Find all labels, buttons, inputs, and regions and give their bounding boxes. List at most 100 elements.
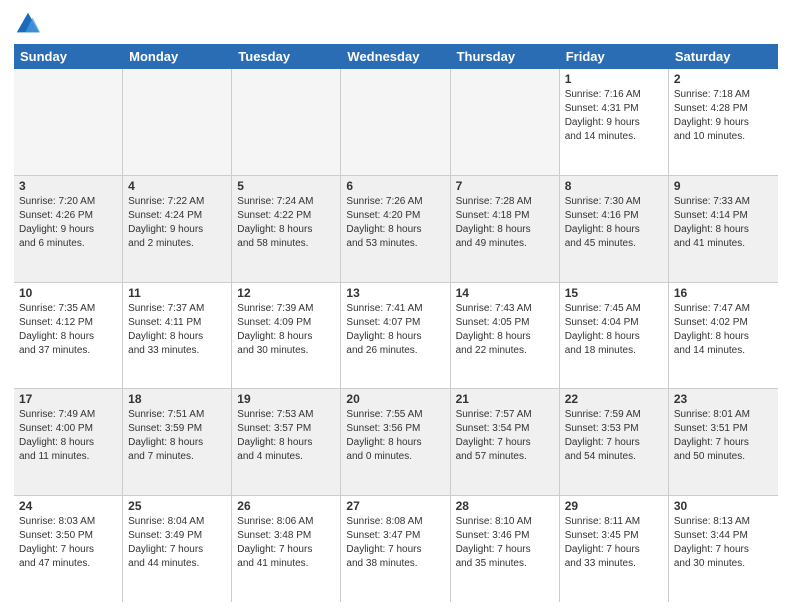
day-info: Sunrise: 7:43 AM Sunset: 4:05 PM Dayligh… [456, 302, 554, 358]
calendar-header: SundayMondayTuesdayWednesdayThursdayFrid… [14, 44, 778, 69]
day-number: 22 [565, 392, 663, 406]
calendar-body: 1 Sunrise: 7:16 AM Sunset: 4:31 PM Daylig… [14, 69, 778, 602]
calendar-day: 12 Sunrise: 7:39 AM Sunset: 4:09 PM Dayli… [232, 283, 341, 389]
calendar-week: 17Sunrise: 7:49 AM Sunset: 4:00 PM Dayli… [14, 389, 778, 496]
day-number: 29 [565, 499, 663, 513]
day-number: 12 [237, 286, 335, 300]
day-info: Sunrise: 7:30 AM Sunset: 4:16 PM Dayligh… [565, 195, 663, 251]
weekday-header: Thursday [451, 44, 560, 69]
day-info: Sunrise: 7:33 AM Sunset: 4:14 PM Dayligh… [674, 195, 773, 251]
day-info: Sunrise: 8:10 AM Sunset: 3:46 PM Dayligh… [456, 515, 554, 571]
day-info: Sunrise: 7:37 AM Sunset: 4:11 PM Dayligh… [128, 302, 226, 358]
day-info: Sunrise: 7:20 AM Sunset: 4:26 PM Dayligh… [19, 195, 117, 251]
day-number: 13 [346, 286, 444, 300]
day-number: 28 [456, 499, 554, 513]
day-number: 16 [674, 286, 773, 300]
calendar-day: 18 Sunrise: 7:51 AM Sunset: 3:59 PM Dayli… [123, 389, 232, 495]
day-number: 23 [674, 392, 773, 406]
calendar-week: 24 Sunrise: 8:03 AM Sunset: 3:50 PM Dayli… [14, 496, 778, 602]
day-info: Sunrise: 8:08 AM Sunset: 3:47 PM Dayligh… [346, 515, 444, 571]
day-number: 24 [19, 499, 117, 513]
weekday-header: Sunday [14, 44, 123, 69]
day-number: 5 [237, 179, 335, 193]
calendar-day: 17Sunrise: 7:49 AM Sunset: 4:00 PM Dayli… [14, 389, 123, 495]
day-number: 11 [128, 286, 226, 300]
calendar-day: 23 Sunrise: 8:01 AM Sunset: 3:51 PM Dayli… [669, 389, 778, 495]
day-number: 10 [19, 286, 117, 300]
day-info: Sunrise: 7:26 AM Sunset: 4:20 PM Dayligh… [346, 195, 444, 251]
weekday-header: Wednesday [341, 44, 450, 69]
header [14, 10, 778, 38]
calendar-day: 5 Sunrise: 7:24 AM Sunset: 4:22 PM Daylig… [232, 176, 341, 282]
day-info: Sunrise: 7:35 AM Sunset: 4:12 PM Dayligh… [19, 302, 117, 358]
calendar-day: 8 Sunrise: 7:30 AM Sunset: 4:16 PM Daylig… [560, 176, 669, 282]
day-number: 8 [565, 179, 663, 193]
day-number: 21 [456, 392, 554, 406]
day-info: Sunrise: 7:18 AM Sunset: 4:28 PM Dayligh… [674, 88, 773, 144]
calendar-day: 11 Sunrise: 7:37 AM Sunset: 4:11 PM Dayli… [123, 283, 232, 389]
day-number: 9 [674, 179, 773, 193]
day-info: Sunrise: 7:57 AM Sunset: 3:54 PM Dayligh… [456, 408, 554, 464]
day-info: Sunrise: 7:39 AM Sunset: 4:09 PM Dayligh… [237, 302, 335, 358]
day-info: Sunrise: 7:41 AM Sunset: 4:07 PM Dayligh… [346, 302, 444, 358]
day-info: Sunrise: 7:53 AM Sunset: 3:57 PM Dayligh… [237, 408, 335, 464]
calendar-day: 2 Sunrise: 7:18 AM Sunset: 4:28 PM Daylig… [669, 69, 778, 175]
logo-icon [14, 10, 42, 38]
logo [14, 10, 46, 38]
calendar-day: 16 Sunrise: 7:47 AM Sunset: 4:02 PM Dayli… [669, 283, 778, 389]
calendar-empty [14, 69, 123, 175]
calendar: SundayMondayTuesdayWednesdayThursdayFrid… [14, 44, 778, 602]
calendar-empty [451, 69, 560, 175]
calendar-day: 24 Sunrise: 8:03 AM Sunset: 3:50 PM Dayli… [14, 496, 123, 602]
day-number: 1 [565, 72, 663, 86]
day-number: 26 [237, 499, 335, 513]
day-number: 30 [674, 499, 773, 513]
calendar-day: 4Sunrise: 7:22 AM Sunset: 4:24 PM Daylig… [123, 176, 232, 282]
day-info: Sunrise: 7:59 AM Sunset: 3:53 PM Dayligh… [565, 408, 663, 464]
day-number: 7 [456, 179, 554, 193]
day-info: Sunrise: 8:06 AM Sunset: 3:48 PM Dayligh… [237, 515, 335, 571]
day-number: 14 [456, 286, 554, 300]
calendar-day: 7Sunrise: 7:28 AM Sunset: 4:18 PM Daylig… [451, 176, 560, 282]
calendar-empty [341, 69, 450, 175]
day-info: Sunrise: 7:47 AM Sunset: 4:02 PM Dayligh… [674, 302, 773, 358]
day-info: Sunrise: 8:01 AM Sunset: 3:51 PM Dayligh… [674, 408, 773, 464]
calendar-day: 15 Sunrise: 7:45 AM Sunset: 4:04 PM Dayli… [560, 283, 669, 389]
day-number: 25 [128, 499, 226, 513]
day-info: Sunrise: 7:49 AM Sunset: 4:00 PM Dayligh… [19, 408, 117, 464]
calendar-empty [232, 69, 341, 175]
calendar-day: 29Sunrise: 8:11 AM Sunset: 3:45 PM Dayli… [560, 496, 669, 602]
day-info: Sunrise: 8:13 AM Sunset: 3:44 PM Dayligh… [674, 515, 773, 571]
calendar-day: 20 Sunrise: 7:55 AM Sunset: 3:56 PM Dayli… [341, 389, 450, 495]
calendar-week: 3 Sunrise: 7:20 AM Sunset: 4:26 PM Daylig… [14, 176, 778, 283]
day-info: Sunrise: 7:55 AM Sunset: 3:56 PM Dayligh… [346, 408, 444, 464]
day-number: 2 [674, 72, 773, 86]
day-number: 3 [19, 179, 117, 193]
calendar-week: 10 Sunrise: 7:35 AM Sunset: 4:12 PM Dayli… [14, 283, 778, 390]
calendar-day: 27 Sunrise: 8:08 AM Sunset: 3:47 PM Dayli… [341, 496, 450, 602]
weekday-header: Friday [560, 44, 669, 69]
calendar-day: 3 Sunrise: 7:20 AM Sunset: 4:26 PM Daylig… [14, 176, 123, 282]
calendar-day: 1 Sunrise: 7:16 AM Sunset: 4:31 PM Daylig… [560, 69, 669, 175]
calendar-day: 19 Sunrise: 7:53 AM Sunset: 3:57 PM Dayli… [232, 389, 341, 495]
calendar-day: 30 Sunrise: 8:13 AM Sunset: 3:44 PM Dayli… [669, 496, 778, 602]
day-number: 19 [237, 392, 335, 406]
day-info: Sunrise: 8:04 AM Sunset: 3:49 PM Dayligh… [128, 515, 226, 571]
calendar-week: 1 Sunrise: 7:16 AM Sunset: 4:31 PM Daylig… [14, 69, 778, 176]
day-number: 27 [346, 499, 444, 513]
day-info: Sunrise: 7:51 AM Sunset: 3:59 PM Dayligh… [128, 408, 226, 464]
day-number: 15 [565, 286, 663, 300]
calendar-day: 26 Sunrise: 8:06 AM Sunset: 3:48 PM Dayli… [232, 496, 341, 602]
weekday-header: Saturday [669, 44, 778, 69]
calendar-day: 10 Sunrise: 7:35 AM Sunset: 4:12 PM Dayli… [14, 283, 123, 389]
day-number: 6 [346, 179, 444, 193]
day-number: 18 [128, 392, 226, 406]
calendar-day: 14 Sunrise: 7:43 AM Sunset: 4:05 PM Dayli… [451, 283, 560, 389]
day-info: Sunrise: 7:45 AM Sunset: 4:04 PM Dayligh… [565, 302, 663, 358]
day-info: Sunrise: 7:24 AM Sunset: 4:22 PM Dayligh… [237, 195, 335, 251]
day-info: Sunrise: 7:16 AM Sunset: 4:31 PM Dayligh… [565, 88, 663, 144]
day-info: Sunrise: 8:03 AM Sunset: 3:50 PM Dayligh… [19, 515, 117, 571]
calendar-day: 6 Sunrise: 7:26 AM Sunset: 4:20 PM Daylig… [341, 176, 450, 282]
day-number: 20 [346, 392, 444, 406]
weekday-header: Tuesday [232, 44, 341, 69]
